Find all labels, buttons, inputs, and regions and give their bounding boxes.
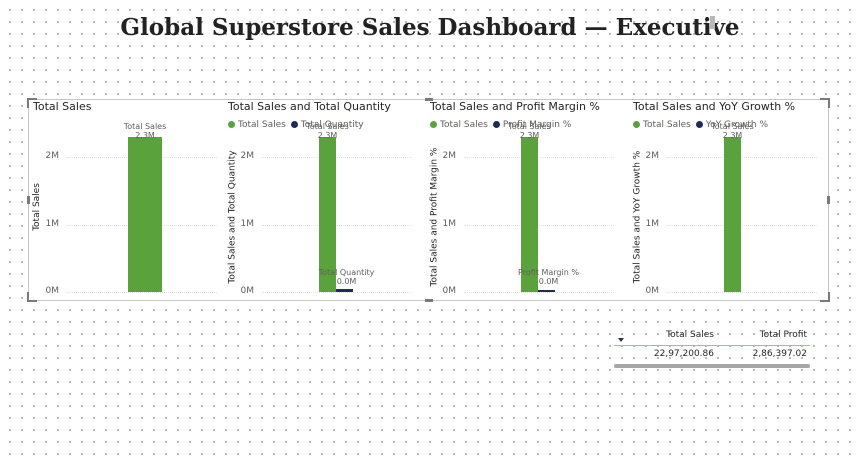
y-tick-label: 0M: [645, 286, 660, 296]
gridline: [464, 157, 614, 159]
y-axis-label: Total Sales and Total Quantity: [227, 150, 238, 284]
y-tick-label: 1M: [45, 218, 60, 229]
data-label-series-name: Total Quantity: [318, 268, 375, 277]
y-axis-label: Total Sales and YoY Growth %: [631, 150, 642, 284]
legend-item[interactable]: Total Sales: [430, 120, 488, 130]
column-header-total-profit[interactable]: Total Profit: [760, 330, 807, 340]
chart-panel-1[interactable]: Total Sales Total Sales 2M 1M 0M Total Sales 2…: [29, 100, 229, 300]
gridline: [262, 292, 412, 293]
gridline: [67, 292, 217, 293]
y-tick-label: 0M: [442, 286, 457, 296]
data-label-series-name: Total Sales: [508, 122, 551, 132]
data-label-value: 2.3M: [135, 131, 155, 141]
legend-item[interactable]: Total Sales: [633, 120, 691, 130]
data-label-value: 0.0M: [336, 277, 357, 286]
chart-title: Total Sales and YoY Growth %: [633, 100, 796, 113]
y-tick-label: 2M: [45, 151, 60, 162]
bar-series-2[interactable]: [336, 289, 353, 292]
gridline: [262, 157, 412, 159]
y-tick-label: 1M: [240, 218, 255, 229]
gridline: [667, 292, 817, 293]
legend-marker-icon: [492, 121, 500, 128]
bar-total-sales[interactable]: [128, 137, 162, 292]
cell-total-profit: 2,86,397.02: [752, 349, 807, 359]
legend-item[interactable]: Total Sales: [228, 120, 286, 130]
legend-label: Total Sales: [643, 120, 691, 130]
horizontal-scrollbar[interactable]: [614, 364, 810, 368]
chart-legend: Total Sales Profit Margin %: [430, 120, 576, 130]
gridline: [667, 157, 817, 159]
cell-total-sales: 22,97,200.86: [653, 349, 714, 359]
title-resize-handle[interactable]: [710, 16, 715, 29]
visual-container[interactable]: Total Sales Total Sales 2M 1M 0M Total Sales 2…: [27, 98, 830, 302]
bar-total-sales[interactable]: [724, 137, 741, 292]
gridline: [464, 224, 614, 226]
chart-title: Total Sales: [33, 100, 92, 113]
bar-series-2[interactable]: [538, 290, 555, 292]
sales-summary-table[interactable]: Total Sales Total Profit 22,97,200.86 2,…: [614, 327, 810, 368]
gridline: [262, 224, 412, 226]
legend-label: Total Sales: [440, 120, 488, 130]
sort-descending-icon[interactable]: [618, 338, 624, 342]
y-tick-label: 2M: [442, 151, 457, 162]
legend-label: Total Sales: [238, 120, 286, 130]
data-label-series-name: Total Sales: [123, 122, 167, 132]
table-row: 22,97,200.86 2,86,397.02: [614, 346, 810, 364]
y-tick-label: 2M: [240, 151, 255, 162]
gridline: [667, 224, 817, 226]
data-label-value: 2.3M: [317, 131, 338, 141]
data-label-value: 0.0M: [538, 277, 559, 286]
chart-title: Total Sales and Profit Margin %: [430, 100, 600, 113]
legend-marker-icon: [695, 121, 703, 128]
table-header: Total Sales Total Profit: [614, 327, 810, 346]
chart-panel-4[interactable]: Total Sales and YoY Growth % Total Sales Y…: [629, 100, 829, 300]
chart-panel-2[interactable]: Total Sales and Total Quantity Total Sale…: [224, 100, 424, 300]
column-header-total-sales[interactable]: Total Sales: [666, 330, 714, 340]
data-label-series-name: Total Sales: [306, 122, 349, 132]
gridline: [464, 292, 614, 293]
data-label-series-name: Total Sales: [711, 122, 754, 132]
legend-marker-icon: [633, 121, 640, 128]
y-tick-label: 1M: [645, 218, 660, 229]
data-label-series-name: Profit Margin %: [518, 268, 579, 277]
data-label-value: 2.3M: [722, 131, 743, 141]
legend-marker-icon: [228, 121, 235, 128]
y-tick-label: 2M: [645, 151, 660, 162]
page-title: Global Superstore Sales Dashboard — Exec…: [120, 14, 740, 41]
chart-title: Total Sales and Total Quantity: [228, 100, 391, 113]
y-tick-label: 0M: [45, 286, 60, 296]
y-tick-label: 0M: [240, 286, 255, 296]
data-label-value: 2.3M: [519, 131, 540, 141]
legend-marker-icon: [430, 121, 437, 128]
y-axis-label: Total Sales and Profit Margin %: [428, 147, 439, 287]
chart-panel-3[interactable]: Total Sales and Profit Margin % Total Sal…: [426, 100, 626, 300]
legend-marker-icon: [290, 121, 298, 128]
y-tick-label: 1M: [442, 218, 457, 229]
